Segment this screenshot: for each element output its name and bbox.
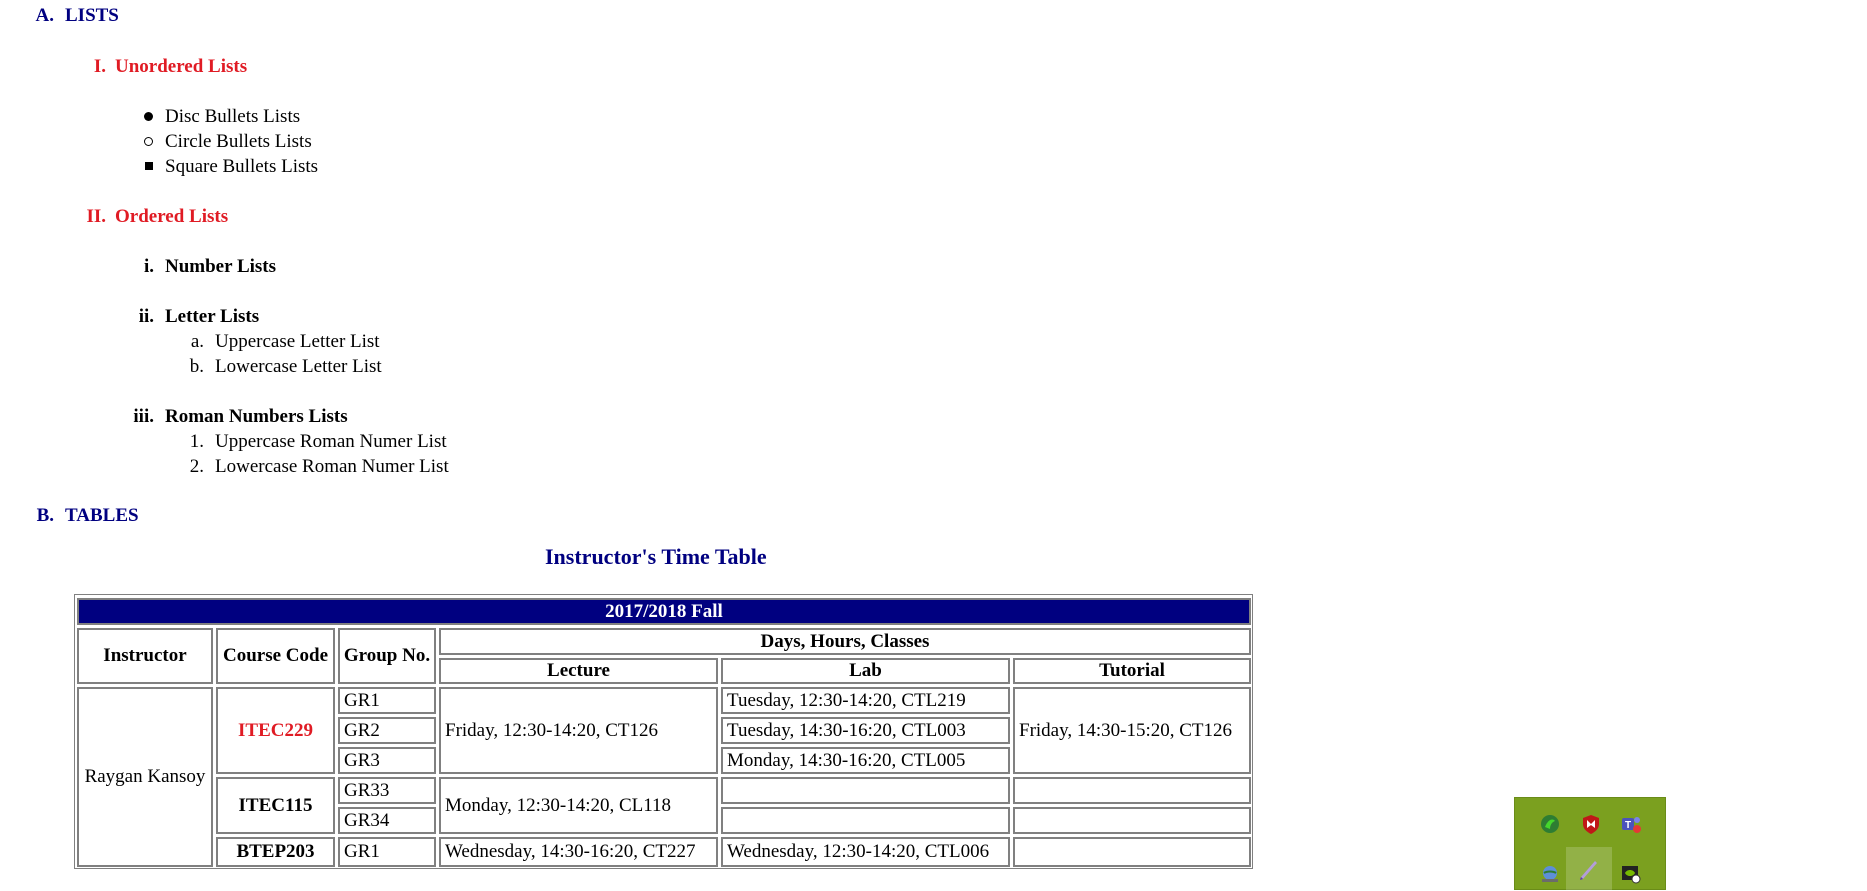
disc-bullet-icon [144,112,153,121]
course-code-cell: ITEC115 [216,777,335,834]
lab-cell: Wednesday, 12:30-14:20, CTL006 [721,837,1010,867]
unordered-lists-heading: Unordered Lists [115,56,248,77]
list-item-circle: Circle Bullets Lists [165,131,312,152]
section-tables-heading: TABLES [65,505,139,526]
section-lists-heading: LISTS [65,5,119,26]
list-item-square: Square Bullets Lists [165,156,319,177]
lecture-cell: Monday, 12:30-14:20, CL118 [439,777,718,834]
mcafee-icon[interactable] [1578,811,1604,837]
list-item-uppercase-roman: Uppercase Roman Numer List [215,431,447,452]
header-group-no: Group No. [338,628,436,684]
teams-icon[interactable]: T [1618,811,1644,837]
roman-lists-heading: Roman Numbers Lists [165,406,348,427]
section-a-marker: A. [35,5,54,26]
group-cell: GR1 [338,837,436,867]
tutorial-cell [1013,807,1251,834]
group-cell: GR2 [338,717,436,744]
system-tray-overflow: T [1514,797,1666,891]
course-code-cell: BTEP203 [216,837,335,867]
header-lecture: Lecture [439,658,718,684]
list-item-uppercase-letter: Uppercase Letter List [215,331,380,352]
lab-cell [721,777,1010,804]
timetable: 2017/2018 Fall Instructor Course Code Gr… [74,594,1253,869]
table-caption: Instructor's Time Table [545,544,767,569]
lab-cell: Tuesday, 14:30-16:20, CTL003 [721,717,1010,744]
lecture-cell: Wednesday, 14:30-16:20, CT227 [439,837,718,867]
tutorial-cell [1013,777,1251,804]
list-item-lowercase-letter: Lowercase Letter List [215,356,382,377]
group-cell: GR34 [338,807,436,834]
group-cell: GR3 [338,747,436,774]
list-item-marker: 2. [189,456,204,477]
razer-icon[interactable] [1537,811,1563,837]
letter-lists-marker: ii. [138,306,154,327]
number-lists-marker: i. [143,256,154,277]
number-lists-heading: Number Lists [165,256,277,277]
instructor-cell: Raygan Kansoy [77,687,213,867]
list-item-disc: Disc Bullets Lists [165,106,301,127]
list-item-marker: a. [190,331,204,352]
tutorial-cell [1013,837,1251,867]
svg-text:T: T [1625,820,1631,831]
pen-icon[interactable] [1566,847,1612,891]
section-b-marker: B. [36,505,54,526]
unordered-marker: I. [93,56,106,77]
header-tutorial: Tutorial [1013,658,1251,684]
ordered-lists-heading: Ordered Lists [115,206,229,227]
network-globe-icon[interactable] [1537,861,1563,887]
header-course-code: Course Code [216,628,335,684]
list-item-marker: 1. [189,431,204,452]
roman-lists-marker: iii. [133,406,154,427]
lecture-cell: Friday, 12:30-14:20, CT126 [439,687,718,774]
nvidia-icon[interactable] [1618,861,1644,887]
header-lab: Lab [721,658,1010,684]
circle-bullet-icon [144,137,153,146]
course-code-cell: ITEC229 [216,687,335,774]
header-instructor: Instructor [77,628,213,684]
list-item-lowercase-roman: Lowercase Roman Numer List [215,456,449,477]
header-days-hours-classes: Days, Hours, Classes [439,628,1251,655]
lab-cell [721,807,1010,834]
tutorial-cell: Friday, 14:30-15:20, CT126 [1013,687,1251,774]
list-item-marker: b. [189,356,204,377]
letter-lists-heading: Letter Lists [165,306,260,327]
table-title-cell: 2017/2018 Fall [77,598,1251,625]
square-bullet-icon [145,162,153,170]
group-cell: GR33 [338,777,436,804]
ordered-marker: II. [86,206,106,227]
group-cell: GR1 [338,687,436,714]
lab-cell: Tuesday, 12:30-14:20, CTL219 [721,687,1010,714]
lab-cell: Monday, 14:30-16:20, CTL005 [721,747,1010,774]
